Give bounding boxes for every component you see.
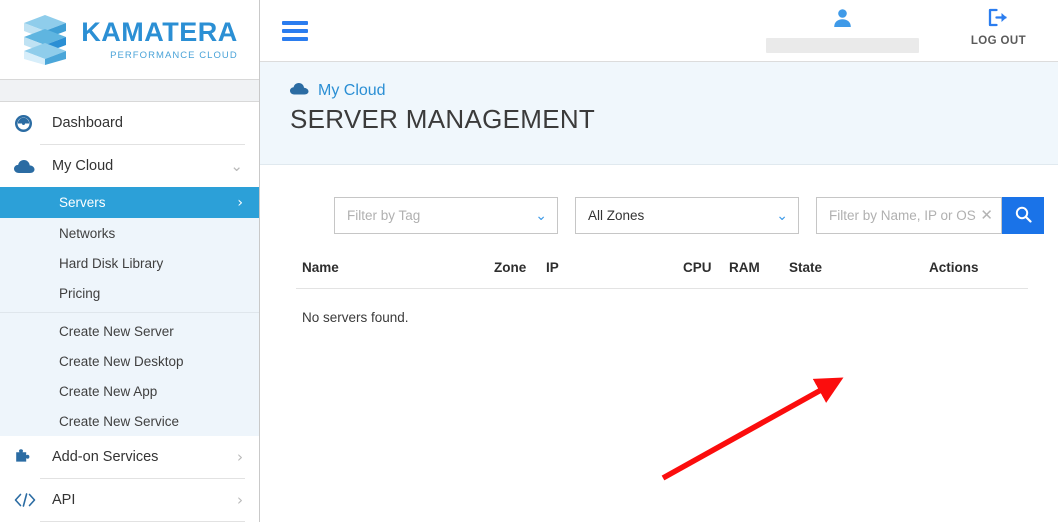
sidebar-subitem-label: Hard Disk Library	[59, 255, 164, 271]
zone-dropdown[interactable]: All Zones ⌄	[575, 197, 799, 234]
sidebar-subitem-label: Pricing	[59, 285, 101, 301]
search-group: Filter by Name, IP or OS ✕	[816, 197, 1044, 234]
cloud-icon	[14, 159, 40, 174]
sidebar-item-create-new-server[interactable]: Create New Server	[0, 316, 259, 346]
sidebar-subitem-label: Create New Server	[59, 323, 174, 339]
table-body: No servers found.	[296, 289, 1028, 325]
table-header-row: Name Zone IP CPU RAM State Actions	[296, 260, 1028, 289]
search-placeholder: Filter by Name, IP or OS	[829, 208, 976, 223]
chevron-down-icon: ⌄	[776, 207, 788, 224]
sidebar-item-pricing[interactable]: Pricing	[0, 278, 259, 308]
user-account-button[interactable]	[765, 8, 919, 53]
breadcrumb-label[interactable]: My Cloud	[318, 82, 386, 100]
brand-tagline: PERFORMANCE CLOUD	[110, 49, 238, 61]
column-header-cpu: CPU	[683, 260, 729, 289]
sidebar-item-my-cloud[interactable]: My Cloud ⌄	[0, 145, 259, 187]
chevron-right-icon: ›	[237, 194, 243, 211]
clear-x-icon[interactable]: ✕	[976, 208, 993, 223]
sidebar-item-label: Add-on Services	[52, 449, 159, 465]
sidebar-item-hard-disk-library[interactable]: Hard Disk Library	[0, 248, 259, 278]
logout-button[interactable]: LOG OUT	[971, 8, 1026, 47]
column-header-name: Name	[296, 260, 494, 289]
sidebar-item-networks[interactable]: Networks	[0, 218, 259, 248]
sidebar-item-add-on-services[interactable]: Add-on Services ›	[0, 436, 259, 478]
username-redacted	[765, 38, 919, 53]
puzzle-piece-icon	[14, 448, 40, 466]
column-header-actions: Actions	[929, 260, 1028, 289]
hamburger-menu-icon[interactable]	[282, 20, 308, 41]
zone-value: All Zones	[588, 208, 645, 223]
column-header-state: State	[789, 260, 929, 289]
servers-table-wrap: Name Zone IP CPU RAM State Actions No se…	[260, 234, 1058, 325]
page-title: SERVER MANAGEMENT	[290, 104, 596, 134]
logout-arrow-icon	[987, 8, 1009, 32]
sidebar-item-create-new-desktop[interactable]: Create New Desktop	[0, 346, 259, 376]
sidebar-item-dashboard[interactable]: Dashboard	[0, 102, 259, 144]
kamatera-logo-icon	[24, 14, 67, 65]
sidebar: KAMATERA PERFORMANCE CLOUD Dashboard My …	[0, 0, 260, 522]
search-input[interactable]: Filter by Name, IP or OS ✕	[816, 197, 1002, 234]
search-button[interactable]	[1002, 197, 1044, 234]
submenu-divider	[0, 312, 259, 313]
cloud-icon	[290, 82, 309, 100]
sidebar-submenu-my-cloud: Servers › Networks Hard Disk Library Pri…	[0, 187, 259, 436]
sidebar-spacer	[0, 80, 259, 102]
sidebar-item-servers[interactable]: Servers ›	[0, 187, 259, 218]
chevron-down-icon: ⌄	[535, 207, 547, 224]
top-bar-right: LOG OUT	[765, 8, 1040, 53]
user-account-icon	[833, 8, 852, 33]
filter-bar: Filter by Tag ⌄ All Zones ⌄ Filter by Na…	[260, 165, 1058, 234]
table-head: Name Zone IP CPU RAM State Actions	[296, 260, 1028, 289]
sidebar-item-label: My Cloud	[52, 158, 114, 174]
breadcrumb[interactable]: My Cloud	[290, 82, 1058, 100]
filter-by-tag-value: Filter by Tag	[347, 208, 421, 223]
filter-by-tag-dropdown[interactable]: Filter by Tag ⌄	[334, 197, 558, 234]
sidebar-subitem-label: Create New Desktop	[59, 353, 184, 369]
sidebar-subitem-label: Networks	[59, 225, 116, 241]
chevron-right-icon: ›	[237, 447, 243, 466]
search-magnifier-icon	[1015, 206, 1032, 226]
chevron-right-icon: ›	[237, 490, 243, 509]
brand-logo[interactable]: KAMATERA PERFORMANCE CLOUD	[0, 0, 259, 80]
main-area: LOG OUT My Cloud SERVER MANAGEMENT Filte…	[260, 0, 1058, 522]
logout-label: LOG OUT	[970, 35, 1026, 47]
table-empty-row: No servers found.	[296, 289, 1028, 325]
sidebar-item-label: API	[52, 492, 76, 508]
sidebar-item-create-new-app[interactable]: Create New App	[0, 376, 259, 406]
dashboard-gauge-icon	[14, 114, 40, 133]
sidebar-subitem-label: Create New App	[59, 383, 158, 399]
servers-table: Name Zone IP CPU RAM State Actions No se…	[296, 260, 1028, 325]
sidebar-subitem-label: Create New Service	[59, 413, 180, 429]
sidebar-item-api[interactable]: API ›	[0, 479, 259, 521]
sidebar-item-label: Dashboard	[52, 115, 123, 131]
page-header: My Cloud SERVER MANAGEMENT	[260, 62, 1058, 165]
column-header-zone: Zone	[494, 260, 546, 289]
server-management-page: KAMATERA PERFORMANCE CLOUD Dashboard My …	[0, 0, 1058, 522]
sidebar-item-create-new-service[interactable]: Create New Service	[0, 406, 259, 436]
code-brackets-icon	[14, 492, 40, 508]
column-header-ip: IP	[546, 260, 683, 289]
content-area: Filter by Tag ⌄ All Zones ⌄ Filter by Na…	[260, 165, 1058, 522]
sidebar-subitem-label: Servers	[59, 195, 106, 210]
chevron-down-icon: ⌄	[230, 156, 243, 175]
brand-name: KAMATERA	[81, 16, 238, 47]
top-bar: LOG OUT	[260, 0, 1058, 62]
column-header-ram: RAM	[729, 260, 789, 289]
empty-state-message: No servers found.	[302, 310, 409, 325]
sidebar-nav: Dashboard My Cloud ⌄ Servers › Networks …	[0, 102, 259, 522]
